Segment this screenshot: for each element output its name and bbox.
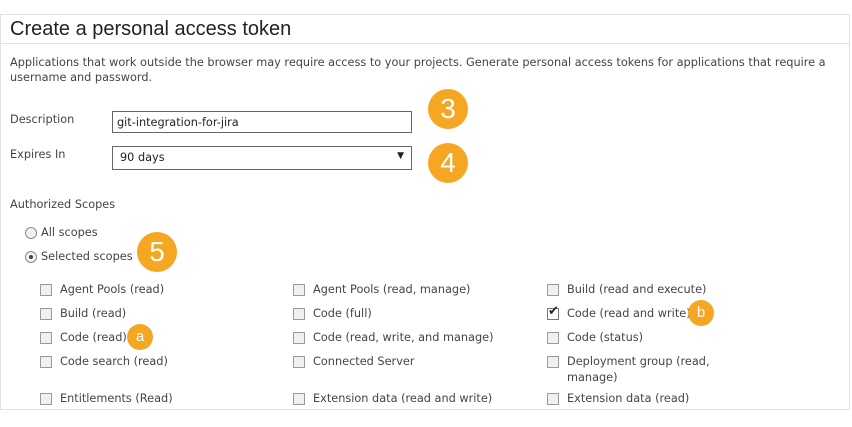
authorized-scopes-label: Authorized Scopes [10, 198, 116, 211]
scope-label: Code (status) [567, 331, 644, 344]
checkbox[interactable] [293, 332, 305, 344]
scope-label: Build (read and execute) [567, 283, 707, 296]
radio-all-scopes-label: All scopes [41, 226, 98, 239]
radio-selected-scopes-label: Selected scopes [41, 250, 133, 263]
intro-text: Applications that work outside the brows… [10, 56, 826, 84]
expires-value: 90 days [120, 151, 165, 164]
scope-label: Connected Server [313, 355, 415, 368]
expires-label: Expires In [10, 148, 66, 161]
callout-4: 4 [428, 143, 468, 183]
description-input[interactable] [112, 111, 412, 133]
expires-select[interactable]: 90 days ▼ [112, 146, 412, 170]
scope-label: Agent Pools (read) [60, 283, 165, 296]
scope-label: Code (read and write) [567, 307, 691, 320]
checkbox[interactable] [547, 284, 559, 296]
checkbox[interactable] [40, 356, 52, 368]
callout-5: 5 [137, 232, 177, 272]
checkbox[interactable] [547, 393, 559, 405]
description-label: Description [10, 113, 75, 126]
scope-label: Deployment group (read, manage) [567, 355, 710, 384]
checkbox-checked[interactable] [547, 304, 559, 320]
checkbox[interactable] [547, 332, 559, 344]
scope-label: Code search (read) [60, 355, 168, 368]
scope-label: Extension data (read) [567, 392, 690, 405]
scope-label: Code (read, write, and manage) [313, 331, 494, 344]
radio-selected-scopes-button[interactable] [25, 251, 37, 263]
checkbox[interactable] [40, 332, 52, 344]
checkbox[interactable] [40, 308, 52, 320]
checkbox[interactable] [293, 308, 305, 320]
scope-label: Extension data (read and write) [313, 392, 493, 405]
callout-b: b [688, 300, 714, 326]
dropdown-arrow-icon: ▼ [397, 151, 404, 161]
checkbox[interactable] [293, 393, 305, 405]
callout-3: 3 [428, 89, 468, 129]
scope-label: Code (full) [313, 307, 372, 320]
callout-a: a [127, 324, 153, 350]
scope-label: Entitlements (Read) [60, 392, 173, 405]
checkbox[interactable] [40, 284, 52, 296]
radio-all-scopes-button[interactable] [25, 227, 37, 239]
scope-label: Agent Pools (read, manage) [313, 283, 471, 296]
scope-label: Code (read) [60, 331, 127, 344]
checkbox[interactable] [293, 284, 305, 296]
checkbox[interactable] [547, 356, 559, 368]
checkbox[interactable] [40, 393, 52, 405]
page-title: Create a personal access token [10, 18, 292, 40]
checkbox[interactable] [293, 356, 305, 368]
scope-label: Build (read) [60, 307, 127, 320]
